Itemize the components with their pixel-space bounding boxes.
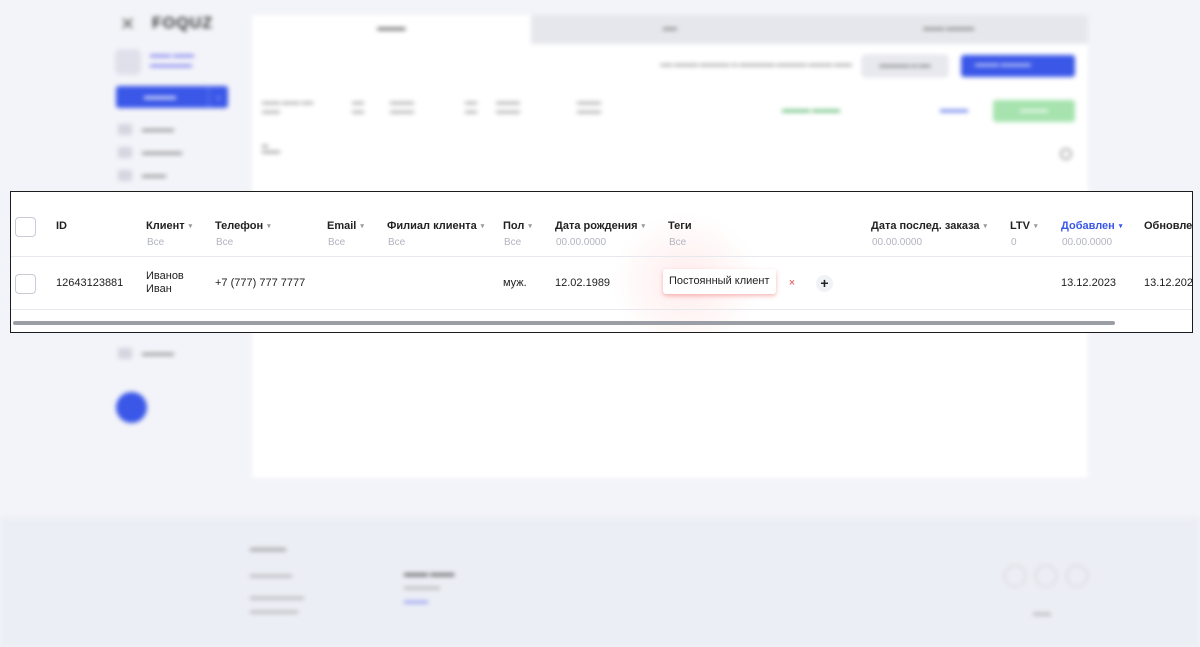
tab: ▬▬ <box>530 15 810 44</box>
sort-icon: ▾ <box>983 223 988 230</box>
remove-tag-icon[interactable]: × <box>785 276 799 290</box>
clients-table: ID Клиент ▾ Все Телефон ▾ Все Email ▾ Все Ф… <box>10 191 1193 333</box>
apply-button: ▬▬▬▬ <box>993 100 1075 122</box>
sidebar-item: ▬▬▬▬ <box>118 348 174 359</box>
reset-link: ▬▬▬▬ <box>940 107 968 114</box>
cell-phone: +7 (777) 777 7777 <box>215 277 306 289</box>
footer-text: ▬▬▬▬▬▬ <box>404 585 440 591</box>
cell-gender: муж. <box>503 277 527 289</box>
column-header-email[interactable]: Email ▾ <box>327 220 364 232</box>
brand-logo: FOQUZ <box>152 15 213 32</box>
filter: ▬▬▬▬ ▬▬▬▬ <box>577 100 601 115</box>
column-header-phone[interactable]: Телефон ▾ <box>215 220 271 232</box>
footer-text: ▬▬▬ <box>1033 611 1051 617</box>
filter: ▬▬▬ ▬▬▬ ▬▬ ▬▬▬ <box>262 100 314 115</box>
avatar <box>116 50 140 74</box>
create-button: ▬▬▬▬ ⌄ <box>116 86 228 108</box>
horizontal-scrollbar[interactable] <box>13 321 1115 325</box>
filter-branch[interactable]: Все <box>388 237 405 248</box>
chat-fab <box>116 392 147 423</box>
sort-icon: ▾ <box>1033 223 1038 230</box>
add-condition-link: ▬▬▬▬ ▬▬▬▬ <box>782 107 840 114</box>
sort-icon: ▾ <box>360 223 364 230</box>
row-checkbox[interactable] <box>15 274 36 294</box>
sort-icon: ▾ <box>641 223 646 230</box>
hint-text: ▬▬ ▬▬▬▬ ▬▬▬▬▬ ▬ ▬▬▬▬▬▬ ▬▬▬▬▬ ▬▬▬▬ ▬▬▬ <box>660 62 852 68</box>
tab: ▬▬▬▬ <box>252 15 531 44</box>
filter-gender[interactable]: Все <box>504 237 521 248</box>
cell-id: 12643123881 <box>56 277 124 289</box>
count-label: ▬ ▬▬▬ <box>262 143 280 155</box>
column-header-last-order[interactable]: Дата послед. заказа ▾ <box>871 220 987 232</box>
sort-icon: ▾ <box>480 223 485 230</box>
row-divider <box>11 309 1192 310</box>
footer-email: ▬▬▬▬ <box>404 599 428 605</box>
column-header-id[interactable]: ID <box>56 220 67 232</box>
column-header-ltv[interactable]: LTV ▾ <box>1010 220 1037 232</box>
user-info: ▬▬▬ ▬▬▬ ▬▬▬▬▬▬ <box>150 52 194 69</box>
tag-chip: Постоянный клиент <box>663 269 776 294</box>
client-first-name: Иван <box>146 283 172 295</box>
close-icon: ✕ <box>120 14 136 34</box>
sort-icon: ▾ <box>188 223 193 230</box>
column-header-tags[interactable]: Теги <box>668 220 692 232</box>
filter: ▬▬ ▬▬ <box>352 100 364 115</box>
client-last-name: Иванов <box>146 270 184 282</box>
cell-added: 13.12.2023 <box>1061 277 1117 289</box>
column-header-branch[interactable]: Филиал клиента ▾ <box>387 220 484 232</box>
footer-phone: ▬▬▬ ▬▬▬ <box>404 569 455 578</box>
footer-text: ▬▬▬▬▬▬▬▬▬ <box>250 595 304 601</box>
filter-phone[interactable]: Все <box>216 237 233 248</box>
filter: ▬▬▬▬ ▬▬▬▬ <box>496 100 520 115</box>
cell-client[interactable]: Иванов Иван <box>146 270 184 296</box>
filter-last-order[interactable]: 00.00.0000 <box>872 237 922 248</box>
cell-birthdate: 12.02.1989 <box>555 277 611 289</box>
filter-tags[interactable]: Все <box>669 237 686 248</box>
footer: ▬▬▬▬ ▬▬▬▬▬▬▬ ▬▬▬▬▬▬▬▬▬ ▬▬▬▬▬▬▬▬ ▬▬▬ ▬▬▬ … <box>0 517 1200 647</box>
social-icon <box>1035 565 1057 587</box>
export-button: ▬▬▬▬▬ ▬ ▬▬ <box>862 55 948 77</box>
new-contact-button: ▬▬▬▬ ▬▬▬▬▬ <box>961 55 1075 77</box>
filter-birthdate[interactable]: 00.00.0000 <box>556 237 606 248</box>
sidebar-item: ▬▬▬▬▬ <box>118 147 182 158</box>
column-header-birthdate[interactable]: Дата рождения ▾ <box>555 220 645 232</box>
footer-text: ▬▬▬▬▬▬▬▬ <box>250 609 298 615</box>
filter-email[interactable]: Все <box>328 237 345 248</box>
column-header-client[interactable]: Клиент ▾ <box>146 220 192 232</box>
select-all-checkbox[interactable] <box>15 217 36 237</box>
column-header-updated[interactable]: Обновлен <box>1144 220 1192 232</box>
filter-ltv[interactable]: 0 <box>1011 237 1017 248</box>
filter: ▬▬▬▬ ▬▬▬▬ <box>390 100 414 115</box>
gear-icon <box>1060 148 1072 160</box>
social-icon <box>1004 565 1026 587</box>
tab: ▬▬▬ ▬▬▬▬ <box>809 15 1089 44</box>
social-icon <box>1066 565 1088 587</box>
column-header-added[interactable]: Добавлен ▾ <box>1061 220 1122 232</box>
filter: ▬▬ ▬▬ <box>465 100 477 115</box>
add-tag-icon[interactable]: + <box>816 275 833 292</box>
filter-client[interactable]: Все <box>147 237 164 248</box>
sort-icon: ▾ <box>267 223 271 230</box>
column-header-gender[interactable]: Пол ▾ <box>503 220 532 232</box>
sort-icon: ▾ <box>1118 223 1123 230</box>
filter-added[interactable]: 00.00.0000 <box>1062 237 1112 248</box>
row-divider <box>11 256 1192 257</box>
tabs: ▬▬▬▬ ▬▬ ▬▬▬ ▬▬▬▬ <box>252 15 1089 44</box>
footer-logo: ▬▬▬▬ <box>250 543 286 553</box>
sort-icon: ▾ <box>528 223 532 230</box>
footer-text: ▬▬▬▬▬▬▬ <box>250 573 292 579</box>
sidebar-item: ▬▬▬ <box>118 170 166 181</box>
cell-updated: 13.12.2023 <box>1144 277 1193 289</box>
sidebar-item: ▬▬▬▬ <box>118 124 174 135</box>
